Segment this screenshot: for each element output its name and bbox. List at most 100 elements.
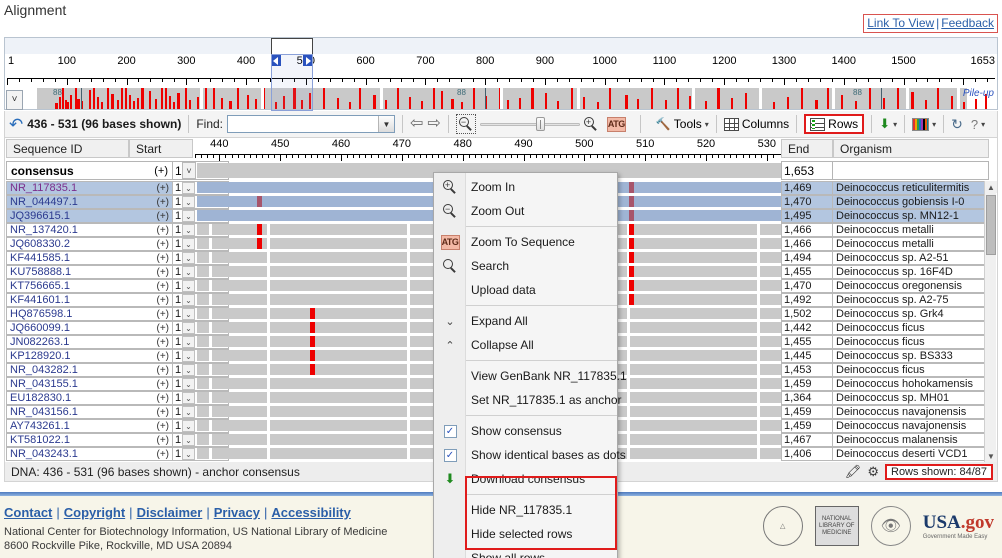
scroll-down-icon[interactable]: ▼ xyxy=(985,450,997,462)
checkbox[interactable]: ✓ xyxy=(443,424,457,438)
menu-item-hide-selected-rows[interactable]: Hide selected rows xyxy=(434,522,617,546)
zoom-slider-thumb[interactable] xyxy=(535,117,545,131)
row-sequence-id[interactable]: JQ608330.2 (+) xyxy=(6,237,173,251)
column-header-organism[interactable]: Organism xyxy=(833,139,989,158)
row-expand-toggle[interactable]: ⌄ xyxy=(182,196,195,208)
row-expand-toggle[interactable]: ⌄ xyxy=(182,420,195,432)
consensus-expand-toggle[interactable]: ˅ xyxy=(182,162,196,179)
overview-selection-handle[interactable] xyxy=(271,38,313,55)
consensus-id-cell[interactable]: consensus (+) xyxy=(6,161,173,180)
row-sequence-id[interactable]: NR_043282.1 (+) xyxy=(6,363,173,377)
row-expand-toggle[interactable]: ⌄ xyxy=(182,336,195,348)
gear-icon[interactable]: ⚙ xyxy=(867,464,879,480)
row-expand-toggle[interactable]: ⌄ xyxy=(182,364,195,376)
row-expand-toggle[interactable]: ⌄ xyxy=(182,308,195,320)
row-expand-toggle[interactable]: ⌄ xyxy=(182,434,195,446)
row-sequence-id[interactable]: NR_137420.1 (+) xyxy=(6,223,173,237)
row-sequence-id[interactable]: JQ660099.1 (+) xyxy=(6,321,173,335)
menu-item-set-nr-117835-1-as-anchor[interactable]: Set NR_117835.1 as anchor xyxy=(434,388,622,412)
reload-icon[interactable]: ↻ xyxy=(951,116,963,133)
row-sequence-id[interactable]: NR_117835.1 (+) xyxy=(6,181,173,195)
menu-item-show-consensus[interactable]: ✓ Show consensus xyxy=(434,419,617,443)
menu-item-view-genbank-nr-117835-1[interactable]: View GenBank NR_117835.1 xyxy=(434,364,627,388)
footer-link-privacy[interactable]: Privacy xyxy=(214,505,260,520)
atg-icon[interactable]: ATG xyxy=(606,116,626,132)
vertical-scrollbar[interactable]: ▲ ▼ xyxy=(984,181,997,462)
menu-item-zoom-out[interactable]: − Zoom Out xyxy=(434,199,617,223)
row-sequence-id[interactable]: KT581022.1 (+) xyxy=(6,433,173,447)
menu-item-upload-data[interactable]: Upload data xyxy=(434,278,617,302)
row-expand-toggle[interactable]: ⌄ xyxy=(182,448,195,460)
footer-link-copyright[interactable]: Copyright xyxy=(64,505,125,520)
footer-link-contact[interactable]: Contact xyxy=(4,505,52,520)
overview-expand-toggle[interactable]: ˅ xyxy=(6,90,23,110)
row-expand-toggle[interactable]: ⌄ xyxy=(182,392,195,404)
overview-left-handle-icon[interactable] xyxy=(272,55,281,66)
undo-icon[interactable]: ↶ xyxy=(9,116,23,133)
footer-link-accessibility[interactable]: Accessibility xyxy=(271,505,351,520)
chevron-down-icon[interactable]: ▼ xyxy=(378,116,395,132)
column-header-end[interactable]: End xyxy=(781,139,833,158)
row-sequence-id[interactable]: JN082263.1 (+) xyxy=(6,335,173,349)
feedback-link[interactable]: Feedback xyxy=(941,16,994,30)
row-expand-toggle[interactable]: ⌄ xyxy=(182,238,195,250)
zoom-slider[interactable] xyxy=(479,115,580,133)
pencil-icon[interactable]: 🖍 xyxy=(845,464,862,480)
find-input[interactable] xyxy=(228,116,379,132)
row-sequence-id[interactable]: NR_043155.1 (+) xyxy=(6,377,173,391)
row-sequence-id[interactable]: HQ876598.1 (+) xyxy=(6,307,173,321)
menu-item-show-identical-bases-as-dots[interactable]: ✓ Show identical bases as dots xyxy=(434,443,626,467)
row-expand-toggle[interactable]: ⌄ xyxy=(182,280,195,292)
row-sequence-id[interactable]: NR_043243.1 (+) xyxy=(6,447,173,461)
row-sequence-id[interactable]: JQ396615.1 (+) xyxy=(6,209,173,223)
row-sequence-id[interactable]: KF441601.1 (+) xyxy=(6,293,173,307)
back-arrow-icon[interactable]: ⇦ xyxy=(410,116,423,132)
row-expand-toggle[interactable]: ⌄ xyxy=(182,322,195,334)
menu-item-expand-all[interactable]: ⌄ Expand All xyxy=(434,309,617,333)
menu-item-download-consensus[interactable]: ⬇ Download consensus xyxy=(434,467,617,491)
menu-item-show-all-rows[interactable]: Show all rows xyxy=(434,546,617,558)
row-sequence-id[interactable]: KU758888.1 (+) xyxy=(6,265,173,279)
row-expand-toggle[interactable]: ⌄ xyxy=(182,266,195,278)
tools-menu-button[interactable]: 🔨 Tools ▾ xyxy=(656,117,709,131)
row-sequence-id[interactable]: KT756665.1 (+) xyxy=(6,279,173,293)
rows-menu-button[interactable]: Rows xyxy=(804,114,865,134)
download-menu-button[interactable]: ⬇ ▾ xyxy=(879,116,897,132)
row-sequence-id[interactable]: AY743261.1 (+) xyxy=(6,419,173,433)
row-expand-toggle[interactable]: ⌄ xyxy=(182,182,195,194)
menu-item-hide-nr-117835-1[interactable]: Hide NR_117835.1 xyxy=(434,498,617,522)
row-expand-toggle[interactable]: ⌄ xyxy=(182,378,195,390)
row-sequence-id[interactable]: NR_043156.1 (+) xyxy=(6,405,173,419)
footer-link-disclaimer[interactable]: Disclaimer xyxy=(137,505,203,520)
zoom-out-icon[interactable]: − xyxy=(455,114,476,134)
row-sequence-id[interactable]: KF441585.1 (+) xyxy=(6,251,173,265)
scroll-up-icon[interactable]: ▲ xyxy=(985,181,997,193)
column-header-sequence-id[interactable]: Sequence ID xyxy=(6,139,129,158)
row-sequence-id[interactable]: EU182830.1 (+) xyxy=(6,391,173,405)
menu-item-zoom-in[interactable]: + Zoom In xyxy=(434,175,617,199)
zoom-in-icon[interactable]: + xyxy=(583,117,598,131)
row-expand-toggle[interactable]: ⌄ xyxy=(182,406,195,418)
columns-menu-button[interactable]: Columns xyxy=(723,117,789,131)
menu-item-collapse-all[interactable]: ⌃ Collapse All xyxy=(434,333,617,357)
row-sequence-id[interactable]: KP128920.1 (+) xyxy=(6,349,173,363)
row-expand-toggle[interactable]: ⌄ xyxy=(182,294,195,306)
scrollbar-thumb[interactable] xyxy=(986,195,996,255)
usa-gov-logo[interactable]: USA.gov Government Made Easy xyxy=(923,512,994,540)
help-menu-button[interactable]: ? ▾ xyxy=(971,117,985,132)
row-expand-toggle[interactable]: ⌄ xyxy=(182,224,195,236)
link-to-view-link[interactable]: Link To View xyxy=(867,16,934,30)
overview-panel[interactable]: 1100200300400500600700800900100011001200… xyxy=(4,37,998,111)
menu-item-zoom-to-sequence[interactable]: ATG Zoom To Sequence xyxy=(434,230,617,254)
row-expand-toggle[interactable]: ⌄ xyxy=(182,252,195,264)
row-expand-toggle[interactable]: ⌄ xyxy=(182,350,195,362)
coloring-menu-button[interactable]: ▾ xyxy=(912,117,936,131)
row-sequence-id[interactable]: NR_044497.1 (+) xyxy=(6,195,173,209)
checkbox[interactable]: ✓ xyxy=(443,448,457,462)
overview-right-handle-icon[interactable] xyxy=(303,55,312,66)
menu-item-search[interactable]: Search xyxy=(434,254,617,278)
find-box[interactable]: ▼ xyxy=(227,115,396,133)
column-header-start[interactable]: Start xyxy=(129,139,193,158)
row-expand-toggle[interactable]: ⌄ xyxy=(182,210,195,222)
forward-arrow-icon[interactable]: ⇨ xyxy=(427,116,440,132)
